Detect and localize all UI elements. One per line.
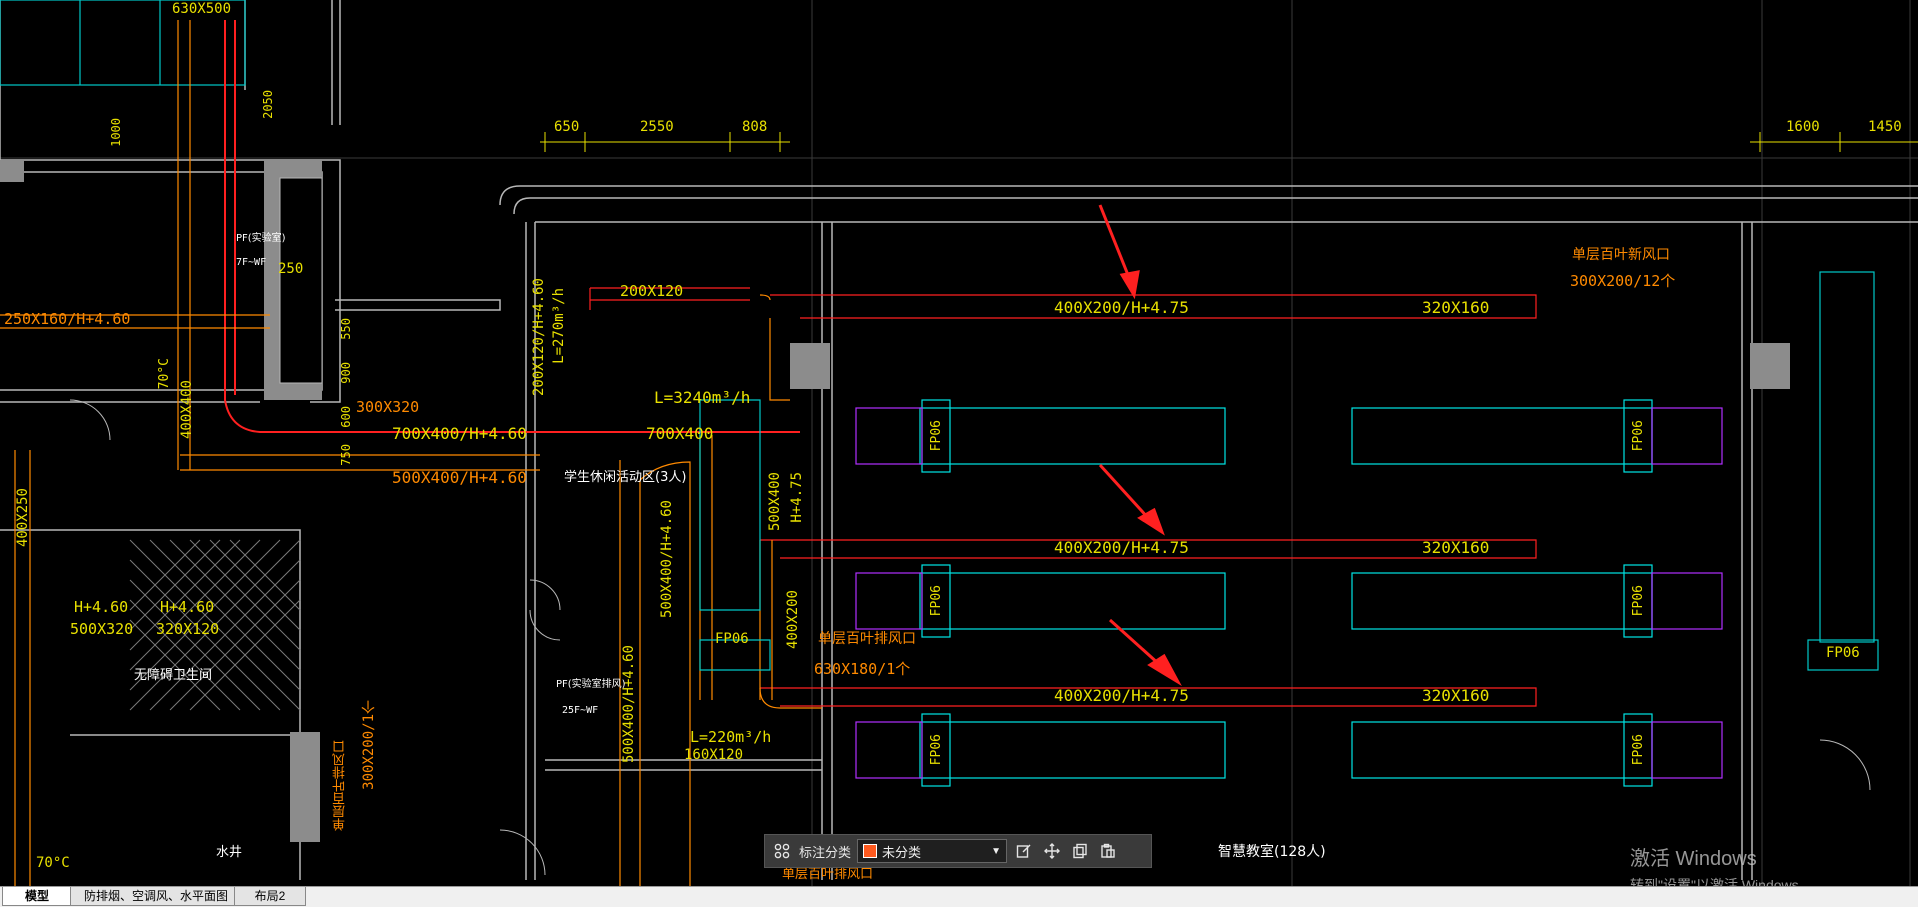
tag-fp06-5: FP06 [929,585,944,617]
v-h475: H+4.75 [789,472,805,523]
louver-supply-label: 单层百叶新风口 [1572,247,1670,263]
dim-1600: 1600 [1786,119,1820,135]
category-dropdown[interactable]: 未分类 ▼ [857,839,1008,863]
duct-320x160-1: 320X160 [1422,298,1490,317]
watermark-line1: 激活 Windows [1630,848,1757,870]
tag-fp06-7: FP06 [929,734,944,766]
flow-3240: L=3240m³/h [654,388,751,407]
category-value: 未分类 [882,844,922,860]
duct-700x400-b: 700X400 [646,424,714,443]
dim-550: 550 [339,318,353,340]
tag-fp06-2: FP06 [1826,645,1860,661]
flow-220: L=220m³/h [690,728,772,746]
duct-700x400-a: 700X400/H+4.60 [392,424,527,443]
dim-900: 900 [339,362,353,384]
v-400x200: 400X200 [785,590,801,650]
room-classroom: 智慧教室(128人) [1218,844,1326,860]
room-water-well: 水井 [216,845,243,860]
flow-270: L=270m³/h [551,288,567,364]
dim-250: 250 [278,261,304,277]
dim-320x120: 320X120 [156,620,220,638]
copy-icon[interactable] [1069,840,1091,862]
paste-icon[interactable] [1097,840,1119,862]
v-500x400-c: 500X400 [767,472,783,532]
duct-400x200-1: 400X200/H+4.75 [1054,298,1189,317]
pf-floor2: 7F~WF [236,257,267,268]
category-label: 标注分类 [799,844,852,860]
edit-icon[interactable] [1013,840,1035,862]
tab-model[interactable]: 模型 [2,887,72,906]
room-wc: 无障碍卫生间 [134,668,213,683]
duct-250x160: 250X160/H+4.60 [4,310,131,328]
temp-70c: 70°C [157,358,172,390]
tag-fp06-8: FP06 [1631,734,1646,766]
temp-70c-b: 70°C [36,855,70,871]
v-500x400-b: 500X400/H+4.60 [621,645,637,764]
tag-fp06-3: FP06 [929,420,944,452]
dim-750: 750 [339,444,353,466]
dim-2050: 2050 [261,90,275,119]
dim-630x500: 630X500 [172,1,232,17]
v-400x400: 400X400 [179,380,195,440]
dim-650: 650 [554,119,580,135]
chevron-down-icon: ▼ [991,845,1002,857]
louver-supply-spec: 300X200/12个 [1570,272,1676,290]
tag-fp06-4: FP06 [1631,420,1646,452]
dim-1450: 1450 [1868,119,1902,135]
bottom-exhaust-label: 单层百叶排风口 [782,867,874,882]
tab-hvac-plan[interactable]: 防排烟、空调风、水平面图 [70,887,242,906]
duct-320x160-2: 320X160 [1422,538,1490,557]
dim-600: 600 [339,406,353,428]
pf-tag2: PF(实验室) [236,233,286,244]
tag-fp06-6: FP06 [1631,585,1646,617]
v-200x120: 200X120/H+4.60 [531,278,547,397]
dim-808: 808 [742,119,768,135]
dim-1000: 1000 [109,118,123,147]
move-icon[interactable] [1041,840,1063,862]
room-rest-area: 学生休闲活动区(3人) [564,470,687,485]
duct-500x400: 500X400/H+4.60 [392,468,527,487]
dim-500x320: 500X320 [70,620,134,638]
annotation-toolbar: 标注分类 未分类 ▼ [764,834,1152,868]
tag-fp06-1: FP06 [715,631,749,647]
v-400x250: 400X250 [15,488,31,548]
pf-floor: 25F~WF [562,705,599,716]
louver-exhaust-label: 单层百叶排风口 [818,631,916,647]
h460-b: H+4.60 [160,598,215,616]
pf-tag: PF(实验室排风) [556,679,626,690]
duct-320x160-3: 320X160 [1422,686,1490,705]
v-300x200: 300X200/1个 [361,700,377,790]
tab-layout2[interactable]: 布局2 [234,887,306,906]
h460-a: H+4.60 [74,598,129,616]
v-single-exhaust: 单层百叶排风口 [333,740,348,831]
v-500x400-a: 500X400/H+4.60 [659,500,675,619]
duct-400x200-2: 400X200/H+4.75 [1054,538,1189,557]
duct-300x320: 300X320 [356,398,420,416]
dim-2550: 2550 [640,119,674,135]
layout-tab-bar: 模型 防排烟、空调风、水平面图 布局2 [0,886,1918,907]
louver-exhaust-spec: 630X180/1个 [814,660,911,678]
duct-400x200-3: 400X200/H+4.75 [1054,686,1189,705]
duct-200x120: 200X120 [620,282,684,300]
duct-160x120: 160X120 [684,747,744,763]
category-color-swatch [863,844,878,858]
grid-icon[interactable] [771,840,793,862]
